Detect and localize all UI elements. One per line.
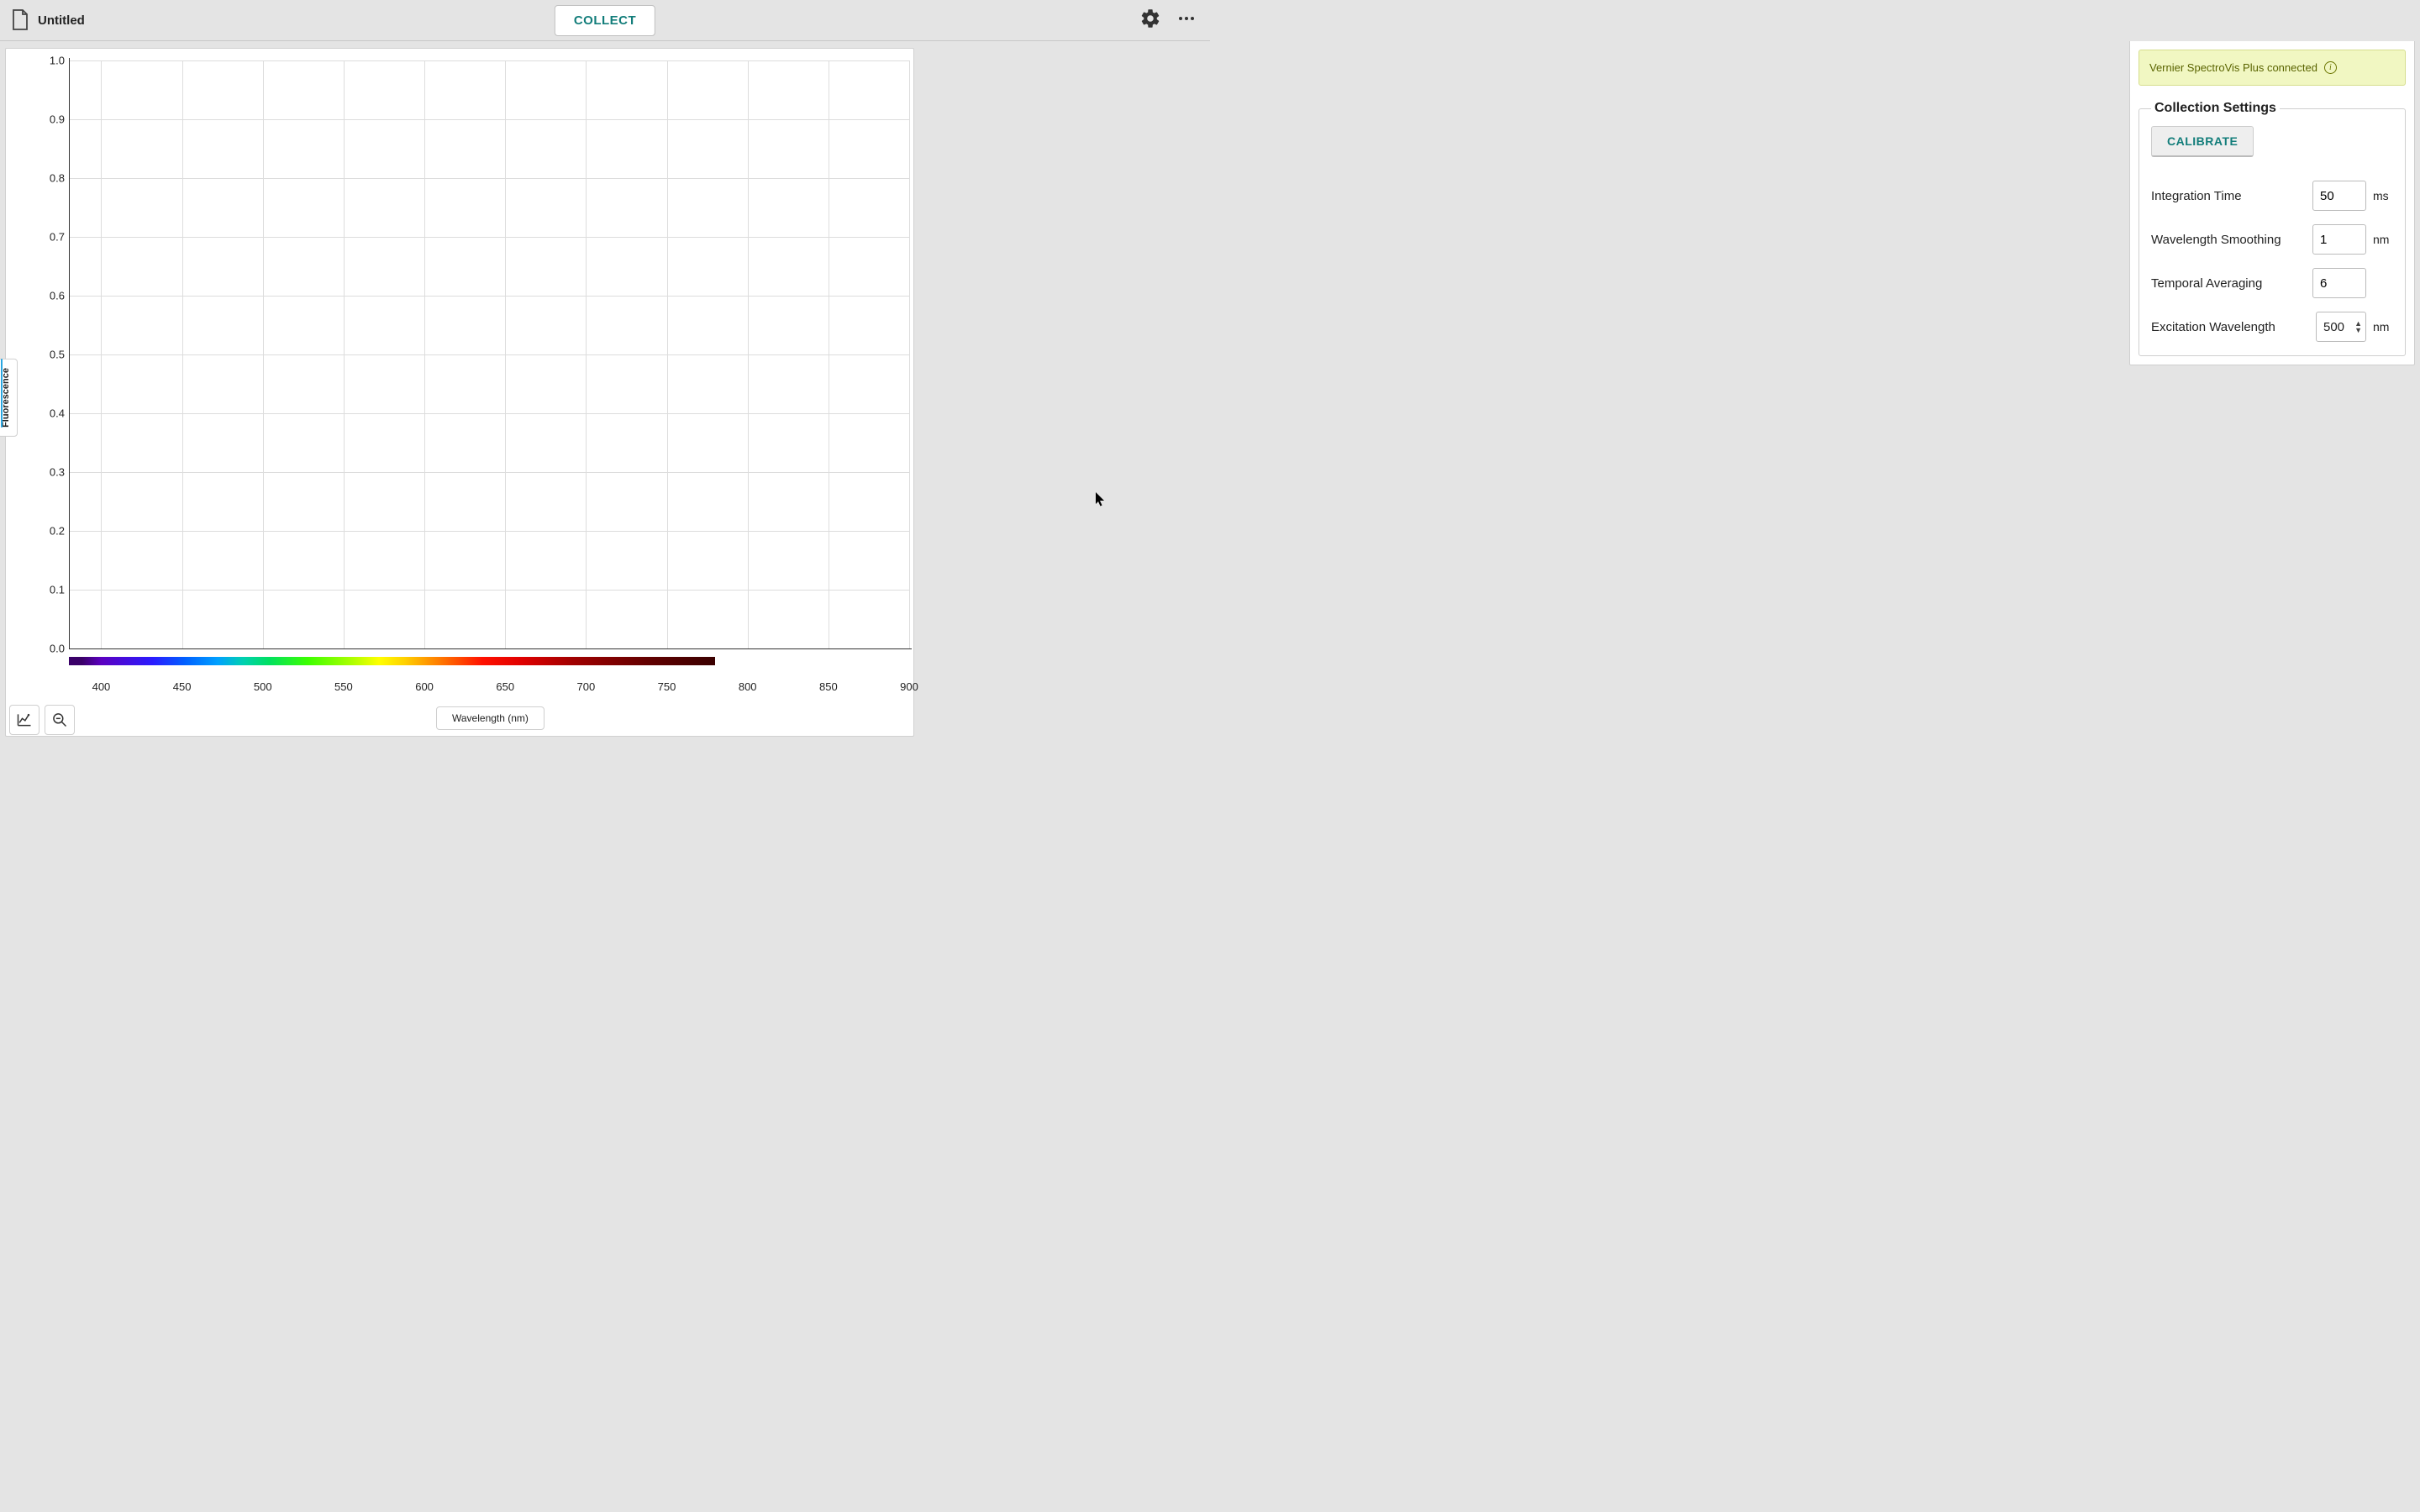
x-tick: 850 — [819, 680, 838, 693]
y-axis-label[interactable]: Fluorescence — [0, 359, 18, 437]
chevron-up-down-icon: ▲▼ — [2354, 320, 2362, 333]
excitation-wavelength-label: Excitation Wavelength — [2151, 320, 2275, 334]
x-tick: 450 — [173, 680, 192, 693]
main-area: 400 450 500 550 600 650 700 750 800 850 … — [0, 41, 2420, 1512]
y-tick: 0.2 — [6, 525, 65, 538]
y-axis-active-indicator — [1, 359, 3, 428]
gear-icon[interactable] — [1139, 8, 1161, 34]
integration-time-row: Integration Time ms — [2151, 181, 2393, 211]
graph-tools-button[interactable] — [9, 705, 39, 735]
mouse-cursor-icon — [1096, 492, 1106, 507]
y-tick: 0.1 — [6, 584, 65, 596]
temporal-averaging-label: Temporal Averaging — [2151, 276, 2262, 291]
excitation-wavelength-unit: nm — [2373, 320, 2393, 333]
x-tick: 550 — [334, 680, 353, 693]
plot-area[interactable]: 400 450 500 550 600 650 700 750 800 850 … — [69, 60, 909, 648]
temporal-averaging-input[interactable] — [2312, 268, 2366, 298]
temporal-averaging-row: Temporal Averaging — [2151, 268, 2393, 298]
info-icon[interactable]: i — [2324, 61, 2337, 74]
excitation-wavelength-row: Excitation Wavelength 500 ▲▼ nm — [2151, 312, 2393, 342]
collection-settings-fieldset: Collection Settings CALIBRATE Integratio… — [2139, 101, 2406, 356]
top-toolbar: Untitled COLLECT — [0, 0, 1210, 41]
x-tick: 750 — [658, 680, 676, 693]
settings-panel: Vernier SpectroVis Plus connected i Coll… — [2129, 41, 2415, 365]
device-status-banner: Vernier SpectroVis Plus connected i — [2139, 50, 2406, 86]
collect-button[interactable]: COLLECT — [555, 5, 655, 36]
x-tick: 900 — [900, 680, 918, 693]
calibrate-button[interactable]: CALIBRATE — [2151, 126, 2254, 157]
x-tick: 800 — [739, 680, 757, 693]
right-sidebar: Vernier SpectroVis Plus connected i Coll… — [2129, 41, 2415, 1505]
file-title[interactable]: Untitled — [38, 13, 85, 28]
y-tick: 0.3 — [6, 466, 65, 479]
collection-settings-title: Collection Settings — [2151, 101, 2280, 116]
x-tick: 500 — [254, 680, 272, 693]
file-icon[interactable] — [11, 9, 29, 31]
y-tick: 0.6 — [6, 290, 65, 302]
excitation-wavelength-select[interactable]: 500 ▲▼ — [2316, 312, 2366, 342]
wavelength-smoothing-unit: nm — [2373, 233, 2393, 246]
integration-time-unit: ms — [2373, 189, 2393, 202]
wavelength-smoothing-label: Wavelength Smoothing — [2151, 233, 2281, 247]
x-axis-label[interactable]: Wavelength (nm) — [436, 706, 544, 730]
x-tick: 600 — [415, 680, 434, 693]
y-tick: 0.0 — [6, 643, 65, 655]
x-tick: 700 — [577, 680, 596, 693]
integration-time-input[interactable] — [2312, 181, 2366, 211]
integration-time-label: Integration Time — [2151, 189, 2242, 203]
zoom-fit-button[interactable] — [45, 705, 75, 735]
excitation-wavelength-value: 500 — [2323, 320, 2344, 334]
wavelength-smoothing-input[interactable] — [2312, 224, 2366, 255]
chart-container: 400 450 500 550 600 650 700 750 800 850 … — [5, 48, 914, 737]
y-tick: 1.0 — [6, 55, 65, 67]
visible-spectrum-bar — [69, 657, 715, 665]
device-status-text: Vernier SpectroVis Plus connected — [2149, 61, 2317, 74]
wavelength-smoothing-row: Wavelength Smoothing nm — [2151, 224, 2393, 255]
x-tick: 400 — [92, 680, 111, 693]
y-tick: 0.9 — [6, 113, 65, 126]
x-tick: 650 — [496, 680, 514, 693]
more-icon[interactable] — [1176, 8, 1197, 33]
y-tick: 0.8 — [6, 172, 65, 185]
y-tick: 0.7 — [6, 231, 65, 244]
